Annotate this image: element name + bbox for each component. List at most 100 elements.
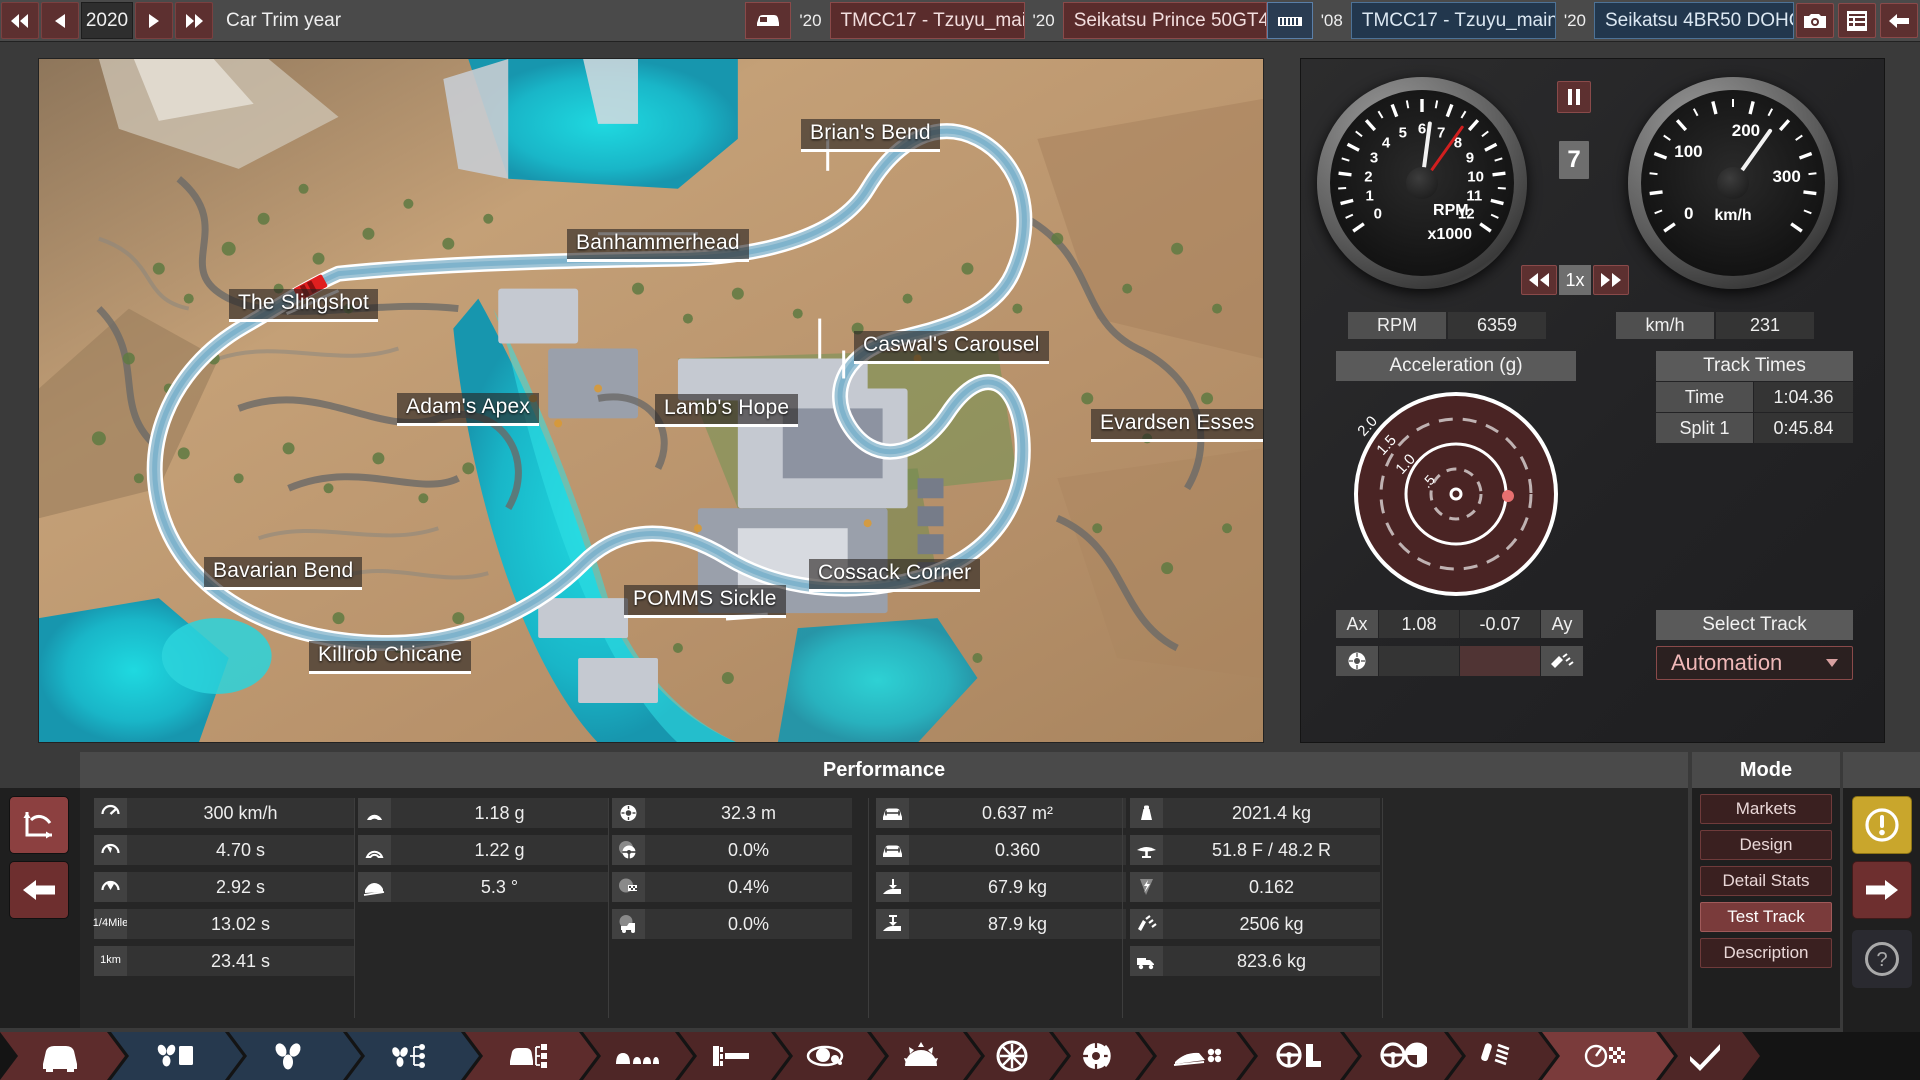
back-button[interactable] xyxy=(1880,3,1918,38)
performance-table: 300 km/h 4.70 s 2.92 s 1/4 Mile 13.02 s 1 km 23.… xyxy=(80,788,1688,1028)
nav-aero[interactable] xyxy=(775,1032,885,1080)
tab-0[interactable]: TMCC17 - Tzuyu_main xyxy=(829,2,1025,39)
nav-engine-block[interactable] xyxy=(229,1032,361,1080)
corner-label: Adam's Apex xyxy=(397,393,540,426)
pause-button[interactable] xyxy=(1557,81,1591,113)
speed-forward-button[interactable] xyxy=(1593,265,1629,295)
next-button[interactable] xyxy=(1852,861,1912,919)
mode-button-design[interactable]: Design xyxy=(1700,830,1832,860)
back-button-left[interactable] xyxy=(9,861,69,919)
tab-icon-car[interactable] xyxy=(745,2,792,39)
quarter-mile-icon: 1/4 Mile xyxy=(93,909,128,939)
telemetry-panel: 0 1 2 3 4 5 6 7 8 9 10 11 12 RPM x1000 0 100 200 300 km… xyxy=(1300,58,1885,743)
warning-button[interactable] xyxy=(1852,796,1912,854)
gauge-tick-label: 6 xyxy=(1417,120,1427,138)
brake-disc-icon[interactable] xyxy=(1336,646,1378,676)
performance-value: 300 km/h xyxy=(127,798,354,828)
tab-year-0: '20 xyxy=(791,2,830,39)
power-to-weight-icon xyxy=(1130,872,1163,902)
topbar-spacer xyxy=(374,0,746,41)
year-label: Car Trim year xyxy=(214,0,374,41)
step-backward-button[interactable] xyxy=(41,2,79,39)
performance-row: 0.0% xyxy=(612,835,852,865)
brake-disc-icon xyxy=(1079,1040,1127,1072)
performance-value: 32.3 m xyxy=(645,798,852,828)
tab-3[interactable]: Seikatsu 4BR50 DOHC R xyxy=(1594,2,1794,39)
performance-value: 23.41 s xyxy=(127,946,354,976)
mode-button-detail-stats[interactable]: Detail Stats xyxy=(1700,866,1832,896)
track-map[interactable]: Brian's Bend Banhammerhead The Slingshot Ca… xyxy=(38,58,1264,743)
question-circle-icon: ? xyxy=(1865,942,1899,976)
towing-capacity-icon xyxy=(1138,915,1157,931)
nav-aerodynamics[interactable] xyxy=(1139,1032,1254,1080)
track-time-value-1: 0:45.84 xyxy=(1754,413,1853,443)
cornering-peak-icon xyxy=(358,835,391,865)
nav-engine-variant[interactable] xyxy=(347,1032,479,1080)
step-forward-button[interactable] xyxy=(135,2,173,39)
tab-icon-engine[interactable] xyxy=(1266,2,1313,39)
nav-interior[interactable] xyxy=(679,1032,789,1080)
nav-body[interactable] xyxy=(0,1032,125,1080)
check-icon xyxy=(1686,1040,1734,1072)
piston-tree-icon xyxy=(389,1040,437,1072)
cornering-grip-icon xyxy=(358,798,391,828)
track-select-dropdown[interactable]: Automation xyxy=(1656,646,1853,680)
tab-1[interactable]: Seikatsu Prince 50GT4 H xyxy=(1062,2,1267,39)
skip-backward-button[interactable] xyxy=(1,2,39,39)
weight-distribution-icon xyxy=(1137,847,1156,858)
performance-value: 51.8 F / 48.2 R xyxy=(1163,835,1380,865)
mode-button-description[interactable]: Description xyxy=(1700,938,1832,968)
payload-icon xyxy=(1130,946,1163,976)
graph-button[interactable] xyxy=(9,796,69,854)
corner-label: Cossack Corner xyxy=(809,559,981,592)
tab-2[interactable]: TMCC17 - Tzuyu_main xyxy=(1350,2,1556,39)
performance-value: 0.0% xyxy=(645,909,852,939)
performance-value: 1.22 g xyxy=(391,835,608,865)
help-button[interactable]: ? xyxy=(1852,930,1912,988)
drag-coefficient-icon xyxy=(883,845,902,857)
performance-row: 0.0% xyxy=(612,909,852,939)
mode-button-test-track[interactable]: Test Track xyxy=(1700,902,1832,932)
downforce-front-icon xyxy=(883,879,901,894)
brake-fade-steering-icon xyxy=(619,841,636,859)
nav-engine-family[interactable] xyxy=(111,1032,243,1080)
nav-assists[interactable] xyxy=(1344,1032,1462,1080)
car-tree-icon xyxy=(507,1040,555,1072)
acceleration-gplot: 2.0 1.5 1.0 .5 xyxy=(1354,392,1558,596)
cornering-peak-icon xyxy=(365,850,384,858)
weight-icon xyxy=(1130,798,1163,828)
speed-multiplier[interactable]: 1x xyxy=(1559,265,1591,295)
performance-row: 2.92 s xyxy=(94,872,354,902)
gauge-flag-icon xyxy=(1584,1040,1632,1072)
screenshot-button[interactable] xyxy=(1796,3,1834,38)
weight-distribution-icon xyxy=(1130,835,1163,865)
speed-gauge: 0 100 200 300 km/h xyxy=(1628,77,1838,289)
nav-test-track[interactable] xyxy=(1542,1032,1674,1080)
weight-icon xyxy=(1141,805,1152,820)
corner-label: Brian's Bend xyxy=(801,119,940,152)
performance-value: 823.6 kg xyxy=(1163,946,1380,976)
table-view-button[interactable] xyxy=(1838,3,1876,38)
speed-rewind-button[interactable] xyxy=(1521,265,1557,295)
nav-steering[interactable] xyxy=(1240,1032,1358,1080)
nav-suspension[interactable] xyxy=(1448,1032,1556,1080)
nav-chassis[interactable] xyxy=(583,1032,693,1080)
track-times-title: Track Times xyxy=(1656,351,1853,381)
nav-brakes[interactable] xyxy=(1053,1032,1153,1080)
top-speed-icon xyxy=(94,798,127,828)
nav-car-trim[interactable] xyxy=(465,1032,597,1080)
performance-value: 67.9 kg xyxy=(909,872,1126,902)
chassis-icon xyxy=(614,1040,662,1072)
body-roll-icon xyxy=(358,872,391,902)
piston-page-icon xyxy=(153,1040,201,1072)
nav-confirm[interactable] xyxy=(1660,1032,1760,1080)
year-value[interactable]: 2020 xyxy=(81,2,133,39)
nav-wheels[interactable] xyxy=(967,1032,1067,1080)
select-track-button[interactable]: Select Track xyxy=(1656,610,1853,640)
speed-gauge-label: km/h xyxy=(1714,207,1752,225)
mode-button-markets[interactable]: Markets xyxy=(1700,794,1832,824)
nav-drivetrain[interactable] xyxy=(871,1032,981,1080)
tire-wear-icon[interactable] xyxy=(1541,646,1583,676)
rpm-gauge-multiplier: x1000 xyxy=(1427,225,1473,243)
skip-forward-button[interactable] xyxy=(175,2,213,39)
